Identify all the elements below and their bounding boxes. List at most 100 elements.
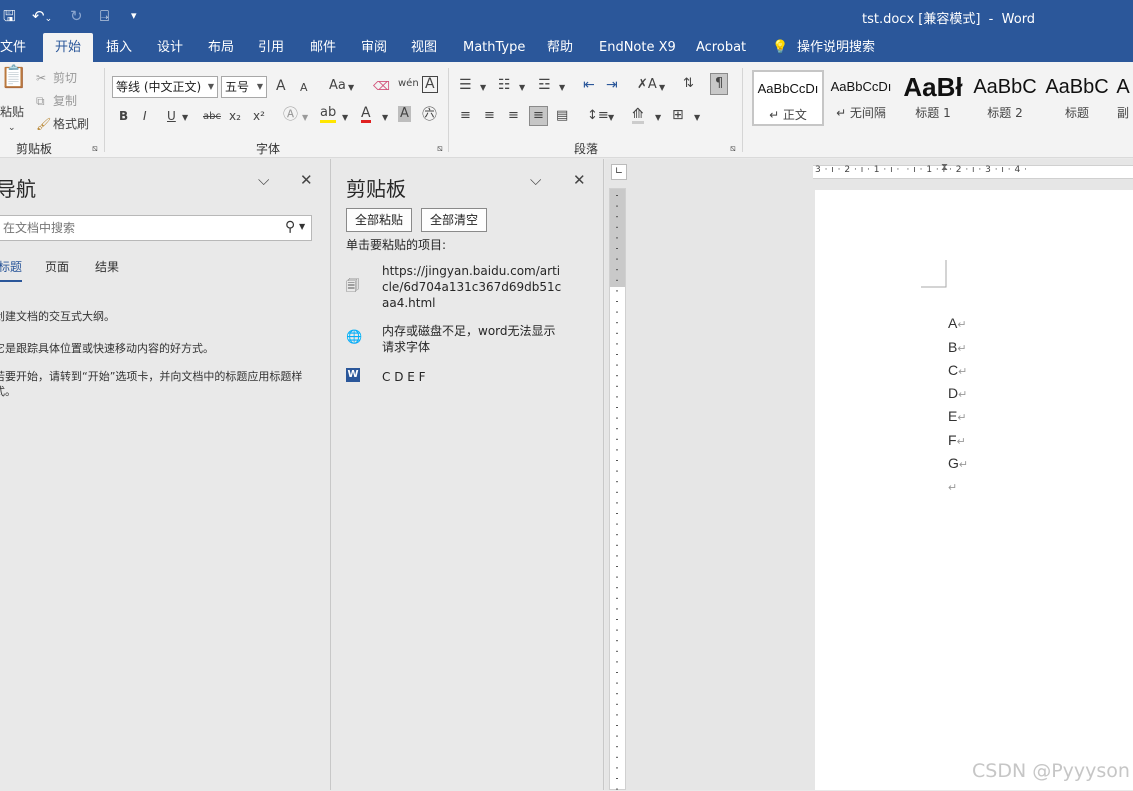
undo-icon[interactable]: ↶⌄ bbox=[32, 5, 52, 30]
nav-tab-pages[interactable]: 页面 bbox=[45, 258, 69, 275]
style-no-spacing[interactable]: AaBbCcDı ↵ 无间隔 bbox=[825, 70, 897, 126]
chevron-down-icon[interactable]: ▼ bbox=[608, 110, 614, 126]
chinese-layout-icon[interactable]: ✗A bbox=[637, 77, 657, 93]
chevron-down-icon[interactable]: ▼ bbox=[694, 110, 700, 126]
cut-icon[interactable]: ✂ bbox=[36, 70, 46, 86]
tab-design[interactable]: 设计 bbox=[157, 33, 183, 62]
change-case-button[interactable]: Aa bbox=[329, 78, 346, 94]
document-paragraph[interactable]: G↵ bbox=[948, 454, 968, 474]
tab-help[interactable]: 帮助 bbox=[547, 33, 573, 62]
tab-mathtype[interactable]: MathType bbox=[463, 33, 525, 62]
document-paragraph[interactable]: D↵ bbox=[948, 384, 967, 404]
paste-all-button[interactable]: 全部粘贴 bbox=[346, 208, 413, 232]
font-launcher-icon[interactable]: ⧅ bbox=[437, 144, 443, 154]
align-center-icon[interactable]: ≡ bbox=[484, 108, 495, 124]
tab-home[interactable]: 开始 bbox=[43, 33, 94, 62]
chevron-down-icon[interactable]: ▼ bbox=[519, 80, 525, 96]
chevron-down-icon[interactable]: ▼ bbox=[302, 110, 308, 126]
clipboard-item[interactable]: 内存或磁盘不足，word无法显示请求字体 bbox=[382, 323, 562, 355]
font-name-combo[interactable]: 等线 (中文正文) ▼ bbox=[112, 76, 218, 98]
font-size-combo[interactable]: 五号 ▼ bbox=[221, 76, 267, 98]
chevron-down-icon[interactable]: ▼ bbox=[182, 110, 188, 126]
style-title[interactable]: AaBbC 标题 bbox=[1041, 70, 1113, 126]
tab-layout[interactable]: 布局 bbox=[208, 33, 234, 62]
chevron-down-icon[interactable]: ▼ bbox=[299, 222, 305, 231]
copy-button[interactable]: 复制 bbox=[53, 93, 77, 109]
align-left-icon[interactable]: ≡ bbox=[460, 108, 471, 124]
clipboard-item[interactable]: C D E F bbox=[382, 369, 562, 385]
document-paragraph[interactable]: A↵ bbox=[948, 314, 967, 334]
nav-tab-results[interactable]: 结果 bbox=[95, 258, 119, 275]
document-paragraph[interactable]: ↵ bbox=[948, 477, 957, 497]
tab-review[interactable]: 审阅 bbox=[361, 33, 387, 62]
indent-marker-icon[interactable]: ⧗ bbox=[941, 162, 948, 173]
clipboard-launcher-icon[interactable]: ⧅ bbox=[92, 144, 98, 154]
text-effects-icon[interactable]: Ⓐ bbox=[283, 106, 298, 122]
chevron-down-icon[interactable]: ▼ bbox=[342, 110, 348, 126]
chevron-down-icon[interactable]: ▼ bbox=[655, 110, 661, 126]
document-paragraph[interactable]: F↵ bbox=[948, 431, 966, 451]
document-paragraph[interactable]: E↵ bbox=[948, 407, 967, 427]
tab-mailings[interactable]: 邮件 bbox=[310, 33, 336, 62]
shrink-font-icon[interactable]: A bbox=[300, 80, 308, 96]
show-marks-icon[interactable]: ¶ bbox=[710, 73, 729, 95]
close-icon[interactable]: ✕ bbox=[300, 171, 313, 189]
tab-insert[interactable]: 插入 bbox=[106, 33, 132, 62]
search-icon[interactable]: ⚲ bbox=[285, 219, 295, 235]
tab-acrobat[interactable]: Acrobat bbox=[696, 33, 746, 62]
character-shading-icon[interactable]: A bbox=[398, 106, 411, 122]
document-page[interactable] bbox=[815, 190, 1133, 790]
style-heading-1[interactable]: AaBł 标题 1 bbox=[897, 70, 969, 126]
paragraph-launcher-icon[interactable]: ⧅ bbox=[730, 144, 736, 154]
clear-all-button[interactable]: 全部清空 bbox=[421, 208, 488, 232]
close-icon[interactable]: ✕ bbox=[573, 171, 586, 189]
align-right-icon[interactable]: ≡ bbox=[508, 108, 519, 124]
redo-icon[interactable]: ↻ bbox=[70, 5, 83, 27]
superscript-button[interactable]: x² bbox=[253, 108, 265, 124]
line-spacing-icon[interactable]: ↕≡ bbox=[587, 108, 609, 124]
font-color-icon[interactable]: A bbox=[361, 106, 371, 123]
tab-selector-icon[interactable]: ∟ bbox=[611, 164, 627, 180]
decrease-indent-icon[interactable]: ⇤ bbox=[583, 77, 595, 93]
numbering-icon[interactable]: ☷ bbox=[498, 77, 511, 93]
strikethrough-button[interactable]: abc bbox=[203, 109, 221, 125]
subscript-button[interactable]: x₂ bbox=[229, 108, 241, 124]
style-subtitle[interactable]: A 副 bbox=[1113, 70, 1133, 126]
chevron-down-icon[interactable]: ▼ bbox=[348, 80, 354, 96]
paste-icon[interactable]: 📋 bbox=[0, 67, 27, 89]
cut-button[interactable]: 剪切 bbox=[53, 70, 77, 86]
bold-button[interactable]: B bbox=[119, 108, 128, 124]
underline-button[interactable]: U bbox=[167, 108, 176, 124]
search-input[interactable] bbox=[3, 218, 273, 238]
italic-button[interactable]: I bbox=[143, 108, 147, 124]
increase-indent-icon[interactable]: ⇥ bbox=[606, 77, 618, 93]
tab-file[interactable]: 文件 bbox=[0, 33, 26, 62]
paste-label[interactable]: 粘贴 bbox=[0, 104, 24, 120]
highlight-color-icon[interactable]: ab bbox=[320, 106, 337, 123]
tell-me-search[interactable]: 操作说明搜索 bbox=[797, 33, 875, 62]
pane-options-chevron-icon[interactable]: ⌵ bbox=[530, 171, 541, 189]
customize-quick-access-icon[interactable]: ▾ bbox=[131, 5, 137, 27]
format-painter-button[interactable]: 格式刷 bbox=[53, 116, 89, 132]
format-painter-icon[interactable]: 🖌 bbox=[36, 116, 51, 132]
chevron-down-icon[interactable]: ▼ bbox=[480, 80, 486, 96]
multilevel-list-icon[interactable]: ☲ bbox=[538, 77, 551, 93]
phonetic-guide-button[interactable]: wén bbox=[398, 76, 419, 92]
sort-icon[interactable]: ⇅ bbox=[683, 76, 694, 92]
distributed-icon[interactable]: ▤ bbox=[556, 108, 568, 124]
chevron-down-icon[interactable]: ▼ bbox=[559, 80, 565, 96]
chevron-down-icon[interactable]: ▼ bbox=[382, 110, 388, 126]
style-normal[interactable]: AaBbCcDı ↵ 正文 bbox=[752, 70, 824, 126]
style-heading-2[interactable]: AaBbC 标题 2 bbox=[969, 70, 1041, 126]
paste-dropdown-icon[interactable]: ⌄ bbox=[8, 120, 16, 136]
copy-icon[interactable]: ⧉ bbox=[36, 93, 45, 109]
tab-references[interactable]: 引用 bbox=[258, 33, 284, 62]
pane-options-chevron-icon[interactable]: ⌵ bbox=[258, 171, 269, 189]
bullets-icon[interactable]: ☰ bbox=[459, 77, 472, 93]
shading-icon[interactable]: ⟰ bbox=[632, 107, 644, 124]
grow-font-icon[interactable]: A bbox=[276, 78, 286, 94]
clipboard-item[interactable]: https://jingyan.baidu.com/article/6d704a… bbox=[382, 263, 562, 311]
navigation-search-box[interactable]: ⚲ ▼ bbox=[0, 215, 312, 241]
document-paragraph[interactable]: B↵ bbox=[948, 338, 967, 358]
clear-formatting-icon[interactable]: ⌫ bbox=[373, 78, 390, 94]
